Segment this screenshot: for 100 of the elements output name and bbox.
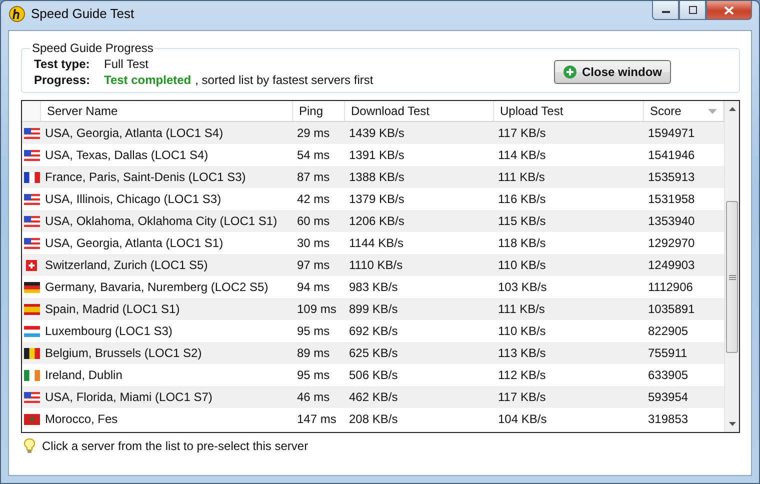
table-cell-text: 1035891 [647, 302, 696, 316]
table-cell-text: 1144 KB/s [348, 236, 404, 250]
table-cell-text: 112 KB/s [497, 368, 547, 382]
table-cell-text: 692 KB/s [348, 324, 399, 338]
scroll-thumb[interactable] [726, 201, 738, 353]
flag-icon [24, 282, 40, 292]
maximize-button[interactable] [679, 1, 706, 20]
table-cell-text: 593954 [647, 390, 690, 404]
scroll-down-icon[interactable] [728, 422, 736, 426]
table-cell-text: 117 KB/s [497, 126, 547, 140]
table-cell-text: 1353940 [647, 214, 696, 228]
table-cell-text: 46 ms [296, 390, 331, 404]
table-cell-text: 117 KB/s [497, 390, 547, 404]
table-cell-text: 60 ms [296, 214, 331, 228]
table-cell-text: USA, Georgia, Atlanta (LOC1 S4) [44, 126, 224, 140]
flag-icon [24, 150, 40, 160]
table-cell-text: 115 KB/s [497, 214, 547, 228]
table-cell-text: 1206 KB/s [348, 214, 406, 228]
table-cell-text: 111 KB/s [497, 170, 546, 184]
table-cell-text: 29 ms [296, 126, 331, 140]
scrollbar[interactable] [724, 101, 739, 432]
table-cell-text: 899 KB/s [348, 302, 399, 316]
flag-icon [24, 194, 40, 204]
close-icon [724, 6, 734, 14]
table-cell-text: 113 KB/s [497, 346, 547, 360]
table-cell-text: 114 KB/s [497, 148, 547, 162]
table-cell-text: Belgium, Brussels (LOC1 S2) [44, 346, 203, 360]
table-cell-text: 89 ms [296, 346, 331, 360]
close-window-button[interactable]: Close window [554, 60, 671, 84]
table-cell-text: USA, Oklahoma, Oklahoma City (LOC1 S1) [44, 214, 278, 228]
table-cell-text: 103 KB/s [497, 280, 548, 294]
column-header[interactable]: Ping [293, 101, 345, 121]
lightbulb-icon [24, 438, 35, 454]
table-cell-text: 30 ms [296, 236, 331, 250]
table-cell-text: 1110 KB/s [348, 258, 404, 272]
field-label: Progress: [34, 73, 92, 87]
column-header[interactable]: Download Test [345, 101, 494, 121]
status-detail: , sorted list by fastest servers first [195, 73, 374, 87]
table-cell-text: 104 KB/s [497, 412, 548, 426]
flag-icon [24, 414, 40, 424]
table-cell-text: 208 KB/s [348, 412, 399, 426]
table-cell-text: 1112906 [647, 280, 694, 294]
maximize-icon [688, 6, 698, 14]
table-cell-text: USA, Illinois, Chicago (LOC1 S3) [44, 192, 222, 206]
table-cell-text: USA, Texas, Dallas (LOC1 S4) [44, 148, 210, 162]
grip-icon [728, 274, 736, 280]
table-cell-text: Morocco, Fes [44, 412, 119, 426]
field-value: Full Test [104, 57, 148, 71]
flag-icon [24, 392, 40, 402]
table-cell-text: 147 ms [296, 412, 338, 426]
table-cell-text: Ireland, Dublin [44, 368, 124, 382]
table-cell-text: 319853 [647, 412, 690, 426]
table-cell-text: USA, Georgia, Atlanta (LOC1 S1) [44, 236, 224, 250]
table-cell-text: 822905 [647, 324, 690, 338]
table-cell-text: 1594971 [647, 126, 696, 140]
scroll-up-icon[interactable] [728, 107, 736, 111]
table-cell-text: 1535913 [647, 170, 696, 184]
flag-icon [24, 216, 40, 226]
table-cell-text: 1439 KB/s [348, 126, 406, 140]
app-logo-icon [9, 6, 25, 22]
field-label: Test type: [34, 57, 91, 71]
table-cell-text: France, Paris, Saint-Denis (LOC1 S3) [44, 170, 247, 184]
table-cell-text: 109 ms [296, 302, 338, 316]
table-cell-text: 1249903 [647, 258, 696, 272]
table-cell-text: 983 KB/s [348, 280, 399, 294]
table-cell-text: 116 KB/s [497, 192, 547, 206]
table-cell-text: Spain, Madrid (LOC1 S1) [44, 302, 181, 316]
close-button[interactable] [706, 1, 752, 20]
table-cell-text: 1391 KB/s [348, 148, 406, 162]
table-cell-text: 87 ms [296, 170, 331, 184]
table-cell-text: 506 KB/s [348, 368, 399, 382]
flag-icon [24, 370, 40, 380]
table-cell-text: 1388 KB/s [348, 170, 406, 184]
table-cell-text: 42 ms [296, 192, 331, 206]
window-title: Speed Guide Test [31, 6, 134, 21]
flag-icon [24, 348, 40, 358]
table-cell-text: 625 KB/s [348, 346, 399, 360]
flag-icon [24, 238, 40, 248]
table-cell-text: USA, Florida, Miami (LOC1 S7) [44, 390, 214, 404]
table-cell-text: 95 ms [296, 324, 331, 338]
plus-icon [562, 65, 577, 79]
status-text: Test completed [104, 73, 192, 87]
table-cell-text: 95 ms [296, 368, 331, 382]
table-cell-text: 110 KB/s [497, 324, 547, 338]
minimize-button[interactable] [652, 1, 679, 20]
column-header[interactable]: Server Name [41, 101, 293, 121]
table-cell-text: Germany, Bavaria, Nuremberg (LOC2 S5) [44, 280, 270, 294]
flag-icon [24, 304, 40, 314]
table-cell-text: 110 KB/s [497, 258, 547, 272]
table-cell-text: 118 KB/s [497, 236, 547, 250]
column-header[interactable]: Upload Test [494, 101, 644, 121]
table-cell-text: 94 ms [296, 280, 331, 294]
table-cell-text: 1541946 [647, 148, 696, 162]
table-cell-text: 97 ms [296, 258, 331, 272]
table-cell-text: 755911 [647, 346, 688, 360]
hint-text: Click a server from the list to pre-select this server [42, 439, 308, 453]
flag-icon [24, 260, 40, 270]
table-cell-text: 54 ms [296, 148, 331, 162]
table-cell-text: 1531958 [647, 192, 696, 206]
table-cell-text: 633905 [647, 368, 690, 382]
